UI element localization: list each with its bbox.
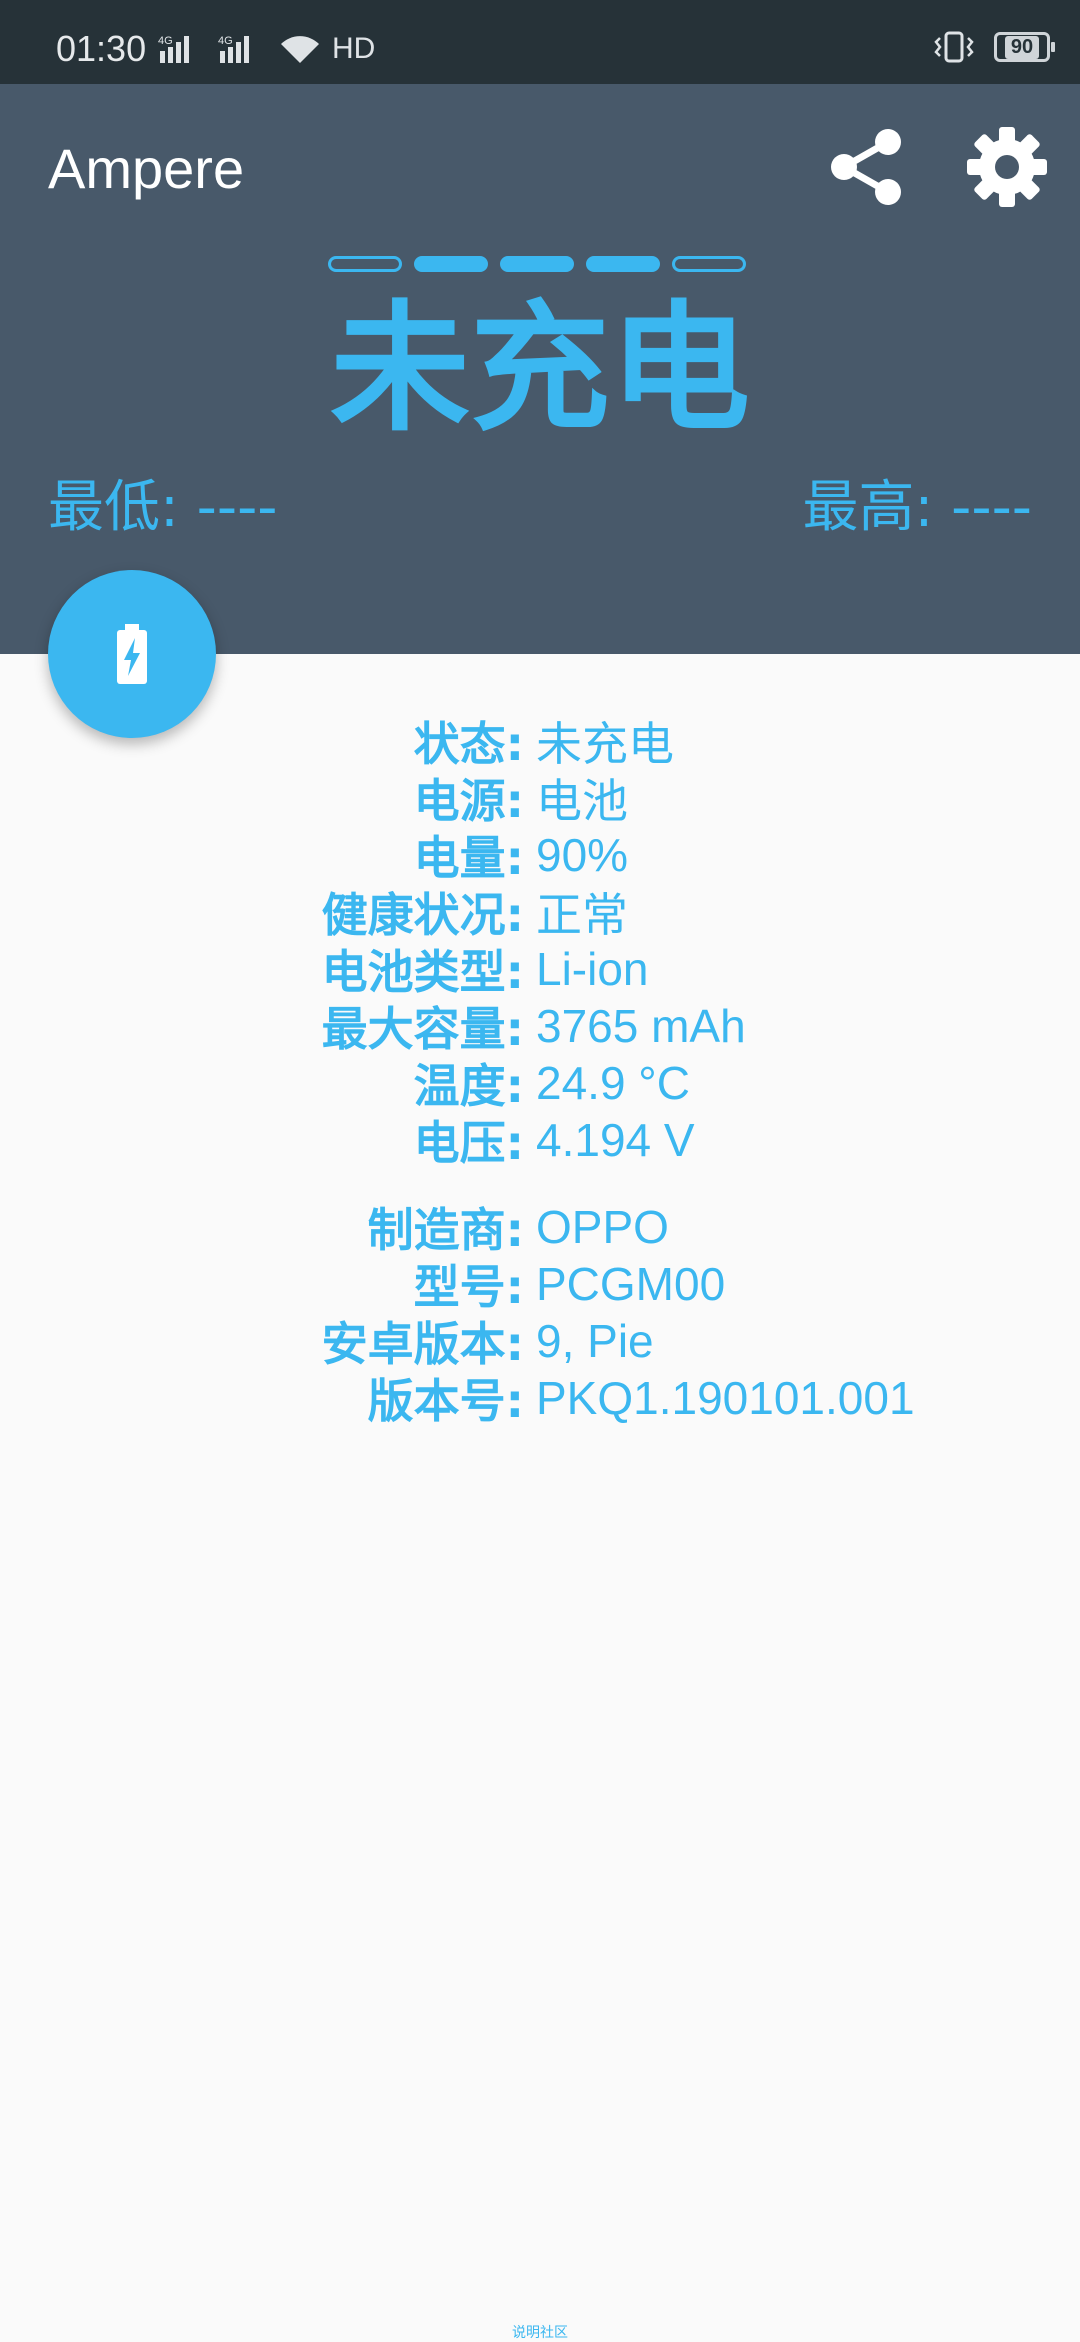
wifi-icon (281, 36, 319, 63)
indicator-dash (672, 256, 746, 272)
info-value: PCGM00 (536, 1257, 726, 1310)
status-right-icons: 90 (932, 30, 1055, 64)
info-value: 电池 (536, 774, 628, 827)
battery-level: 90 (1004, 35, 1040, 59)
status-bar: 01:30 4G 4G HD 90 (0, 0, 1080, 84)
indicator-dash (586, 256, 660, 272)
info-row: 状态: 未充电 (0, 712, 1080, 771)
info-value: 3765 mAh (536, 999, 746, 1052)
vibrate-icon (934, 31, 974, 63)
info-key: 版本号: (367, 1373, 524, 1428)
net1-label: 4G (158, 35, 173, 47)
info-value: OPPO (536, 1200, 669, 1253)
info-value: 24.9 °C (536, 1056, 690, 1109)
battery-info-section: 状态: 未充电 电源: 电池 电量: 90% 健康状况: 正常 电池类型: Li-ion 最大容量:… (0, 712, 1080, 1170)
info-value: 9, Pie (536, 1314, 654, 1367)
app-header: Ampere 未充电 最低: ---- 最高: ---- (0, 84, 1080, 654)
battery-icon: 90 (994, 32, 1055, 62)
status-network-icons: 4G 4G HD (158, 32, 375, 66)
info-list: 状态: 未充电 电源: 电池 电量: 90% 健康状况: 正常 电池类型: Li-ion 最大容量:… (0, 712, 1080, 1428)
info-row: 制造商: OPPO (0, 1198, 1080, 1257)
share-button[interactable] (822, 124, 908, 210)
indicator-dash (414, 256, 488, 272)
info-row: 型号: PCGM00 (0, 1255, 1080, 1314)
gear-icon (967, 127, 1047, 207)
info-value: 90% (536, 828, 629, 881)
info-value: 正常 (536, 888, 628, 941)
info-value: Li-ion (536, 942, 649, 995)
device-info-section: 制造商: OPPO 型号: PCGM00 安卓版本: 9, Pie 版本号: PKQ1.190… (0, 1198, 1080, 1428)
footer-text: 说明社区 (512, 2325, 568, 2341)
info-row: 版本号: PKQ1.190101.001 (0, 1369, 1080, 1428)
net2-label: 4G (218, 35, 233, 47)
share-icon (831, 129, 901, 205)
info-row: 温度: 24.9 °C (0, 1054, 1080, 1113)
info-row: 电量: 90% (0, 826, 1080, 885)
info-row: 电源: 电池 (0, 769, 1080, 828)
charging-status-title: 未充电 (329, 288, 750, 451)
info-row: 健康状况: 正常 (0, 883, 1080, 942)
settings-button[interactable] (964, 124, 1050, 210)
status-time: 01:30 (56, 28, 147, 69)
info-row: 电池类型: Li-ion (0, 940, 1080, 999)
info-row: 最大容量: 3765 mAh (0, 997, 1080, 1056)
app-title: Ampere (48, 137, 245, 200)
min-current-label: 最低: ---- (48, 475, 278, 540)
signal-icon: 4G (158, 35, 189, 63)
signal-icon-2: 4G (218, 35, 249, 63)
info-value: 4.194 V (536, 1113, 695, 1166)
info-key: 电压: (413, 1115, 524, 1170)
hd-badge: HD (332, 32, 376, 65)
indicator-dash (328, 256, 402, 272)
max-current-label: 最高: ---- (802, 475, 1033, 540)
info-row: 安卓版本: 9, Pie (0, 1312, 1080, 1371)
battery-charging-icon (117, 624, 147, 684)
charge-level-indicator (328, 256, 746, 272)
indicator-dash (500, 256, 574, 272)
info-value: PKQ1.190101.001 (536, 1371, 915, 1424)
info-row: 电压: 4.194 V (0, 1111, 1080, 1170)
